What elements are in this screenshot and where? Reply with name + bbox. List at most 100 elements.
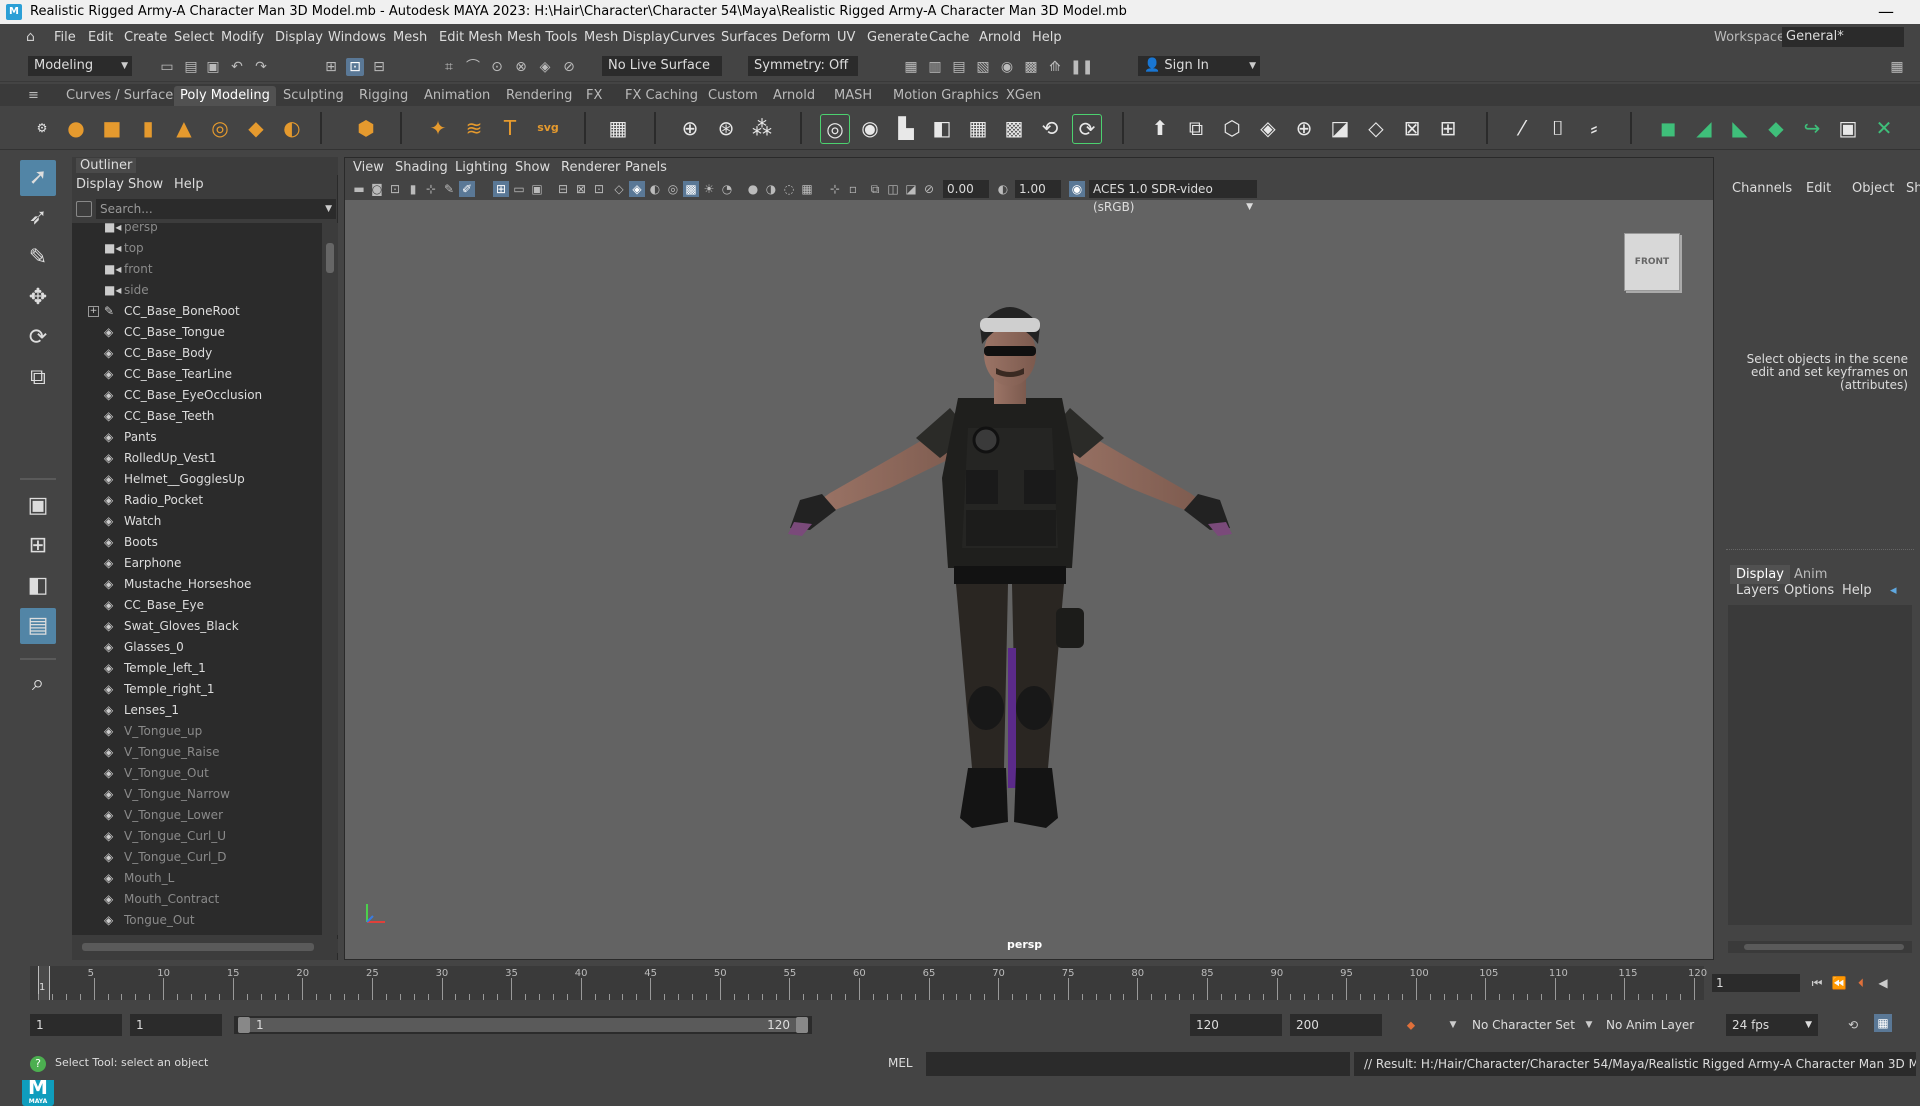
menu-modify[interactable]: Modify	[221, 30, 264, 45]
menu-curves[interactable]: Curves	[670, 30, 715, 45]
layer-horizontal-scrollbar[interactable]	[1728, 941, 1912, 953]
chevron-down-icon[interactable]: ▼	[1580, 1016, 1598, 1034]
new-scene-icon[interactable]: ▭	[158, 58, 176, 76]
outliner-menu-help[interactable]: Help	[174, 177, 204, 192]
outliner-item[interactable]: ◈ V_Tongue_Raise	[72, 742, 322, 763]
combine-icon[interactable]: ▦	[604, 114, 632, 142]
resolution-gate-icon[interactable]: ▣	[529, 181, 545, 197]
poly-plane-icon[interactable]: ◆	[242, 114, 270, 142]
outliner-horizontal-scrollbar[interactable]	[72, 939, 338, 953]
outliner-item[interactable]: ◈ Pants	[72, 427, 322, 448]
outliner-item[interactable]: ◈ RolledUp_Vest1	[72, 448, 322, 469]
layer-list[interactable]	[1728, 605, 1912, 925]
step-back-key-icon[interactable]: ⏪	[1830, 974, 1848, 992]
menu-arnold[interactable]: Arnold	[979, 30, 1021, 45]
relax-icon[interactable]: ⸗	[1580, 114, 1608, 142]
poke-icon[interactable]: ◇	[1362, 114, 1390, 142]
outliner-item[interactable]: ◈ Tongue_In	[72, 931, 322, 935]
expand-icon[interactable]: +	[88, 306, 99, 317]
mel-toggle[interactable]: MEL	[888, 1056, 913, 1070]
auto-key-icon[interactable]: ⬥	[1402, 1016, 1420, 1034]
poly-cylinder-icon[interactable]: ▮	[134, 114, 162, 142]
shelf-tab-fx[interactable]: FX	[580, 86, 608, 106]
uv-unfold-icon[interactable]: ↪	[1798, 114, 1826, 142]
shelf-tab-arnold[interactable]: Arnold	[767, 86, 821, 106]
time-slider-track[interactable]: 1 5 10 15 20 25 30 35 40 45 50 55 60 65 70 75 80 85 90 95 1…	[30, 966, 1707, 1000]
menu-uv[interactable]: UV	[837, 30, 855, 45]
outliner-item[interactable]: ◈ V_Tongue_Lower	[72, 805, 322, 826]
uv-planar-icon[interactable]: ◼	[1654, 114, 1682, 142]
outliner-item[interactable]: ■◂ side	[72, 280, 322, 301]
uv-auto-icon[interactable]: ◆	[1762, 114, 1790, 142]
sculpt-icon[interactable]: ◈	[1254, 114, 1282, 142]
append-polygon-icon[interactable]: ⟲	[1036, 114, 1064, 142]
shelf-tab-rendering[interactable]: Rendering	[500, 86, 578, 106]
search-icon[interactable]: ⌕	[20, 666, 56, 702]
safe-action-icon[interactable]: ⊡	[591, 181, 607, 197]
move-tool-icon[interactable]: ✥	[20, 280, 56, 316]
hypershade-icon[interactable]: ◉	[998, 58, 1016, 76]
smooth-shade-icon[interactable]: ◈	[629, 181, 645, 197]
cleanup-icon[interactable]: ⊠	[1398, 114, 1426, 142]
reduce-icon[interactable]: ⬆	[1146, 114, 1174, 142]
current-frame-field[interactable]: 1	[1712, 974, 1800, 992]
animation-preferences-icon[interactable]: ▦	[1874, 1014, 1892, 1032]
uv-spherical-icon[interactable]: ◣	[1726, 114, 1754, 142]
grease-pencil-icon[interactable]: ✐	[459, 181, 475, 197]
bevel-icon[interactable]: ◧	[928, 114, 956, 142]
anti-aliasing-icon[interactable]: ◌	[781, 181, 797, 197]
ambient-occlusion-icon[interactable]: ●	[745, 181, 761, 197]
bridge-icon[interactable]: ▙	[892, 114, 920, 142]
home-icon[interactable]: ⌂	[26, 30, 42, 44]
field-chart-icon[interactable]: ⊠	[573, 181, 589, 197]
outliner-item[interactable]: ◈ Tongue_Out	[72, 910, 322, 931]
camera-attributes-icon[interactable]: ▬	[351, 181, 367, 197]
superellipse-icon[interactable]: ✦	[424, 114, 452, 142]
shadows-icon[interactable]: ◔	[719, 181, 735, 197]
play-backward-icon[interactable]: ◀	[1874, 974, 1892, 992]
arnold-render-icon[interactable]: ▩	[1022, 58, 1040, 76]
scrollbar-thumb[interactable]	[326, 243, 334, 273]
outliner-item[interactable]: ◈ V_Tongue_up	[72, 721, 322, 742]
outliner-item[interactable]: ◈ CC_Base_Body	[72, 343, 322, 364]
outliner-item[interactable]: ■◂ front	[72, 259, 322, 280]
select-by-object-icon[interactable]: ⊡	[346, 58, 364, 76]
outliner-item[interactable]: ◈ V_Tongue_Narrow	[72, 784, 322, 805]
menu-file[interactable]: File	[54, 30, 76, 45]
redo-icon[interactable]: ↷	[252, 58, 270, 76]
shelf-tab-rigging[interactable]: Rigging	[353, 86, 414, 106]
anim-layer-dropdown[interactable]: No Anim Layer	[1606, 1014, 1694, 1036]
playback-end-field[interactable]: 120	[1190, 1014, 1282, 1036]
mirror-icon[interactable]: ⁂	[748, 114, 776, 142]
textured-icon[interactable]: ▩	[683, 181, 699, 197]
outliner-item[interactable]: ◈ Glasses_0	[72, 637, 322, 658]
persp-outliner-layout-icon[interactable]: ◧	[20, 568, 56, 604]
viewport-menu-show[interactable]: Show	[515, 160, 550, 175]
shelf-menu-icon[interactable]: ≡	[28, 86, 40, 106]
tab-anim[interactable]: Anim	[1788, 565, 1833, 584]
exposure-icon[interactable]: ⊘	[921, 181, 937, 197]
outliner-vertical-scrollbar[interactable]	[322, 223, 338, 935]
outliner-item[interactable]: ◈ V_Tongue_Out	[72, 763, 322, 784]
render-frame-icon[interactable]: ▥	[926, 58, 944, 76]
quad-draw-icon[interactable]: ⧉	[1182, 114, 1210, 142]
viewport-panel[interactable]: View Shading Lighting Show Renderer Pane…	[344, 157, 1714, 960]
insert-edge-loop-icon[interactable]: ▦	[964, 114, 992, 142]
exposure-field[interactable]: 0.00	[943, 180, 989, 198]
grid-icon[interactable]: ⊞	[493, 181, 509, 197]
snap-view-icon[interactable]: ⊗	[512, 58, 530, 76]
xray-icon[interactable]: ▫	[845, 181, 861, 197]
retopology-icon[interactable]: ⬡	[1218, 114, 1246, 142]
menu-windows[interactable]: Windows	[328, 30, 386, 45]
command-input[interactable]	[926, 1052, 1350, 1076]
live-surface-field[interactable]: No Live Surface	[602, 56, 722, 76]
snap-curve-icon[interactable]: ⌒	[464, 58, 482, 76]
rotate-tool-icon[interactable]: ⟳	[20, 320, 56, 356]
uv-layout-icon[interactable]: ▣	[1834, 114, 1862, 142]
range-start-handle[interactable]	[238, 1017, 250, 1033]
multi-cut-icon[interactable]: ◎	[820, 114, 850, 144]
lasso-tool-icon[interactable]: ➶	[20, 200, 56, 236]
outliner-item[interactable]: ◈ V_Tongue_Curl_U	[72, 826, 322, 847]
slice-icon[interactable]: ⊕	[1290, 114, 1318, 142]
poly-sphere-icon[interactable]: ●	[62, 114, 90, 142]
